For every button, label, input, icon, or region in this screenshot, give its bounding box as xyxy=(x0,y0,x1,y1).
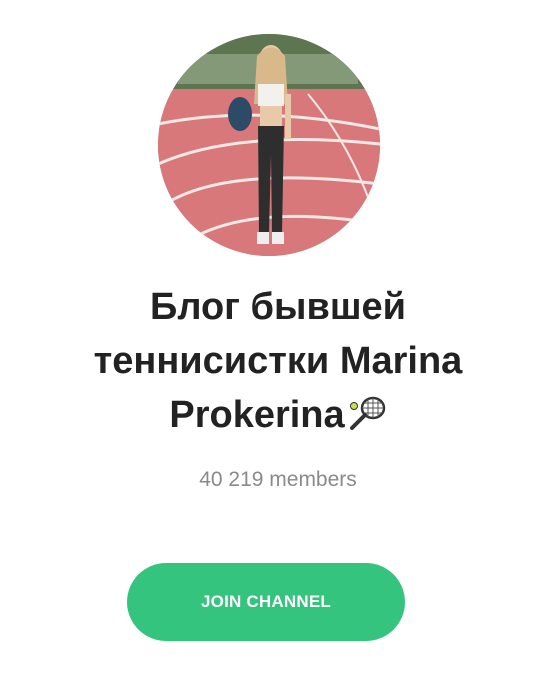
channel-preview: Блог бывшей теннисистки Marina Prokerina… xyxy=(0,0,556,673)
channel-title-text: Prokerina xyxy=(169,394,345,436)
channel-title-line: теннисистки Marina xyxy=(93,340,463,382)
channel-avatar xyxy=(158,34,380,256)
member-count: 40 219 members xyxy=(199,468,357,491)
channel-title-line-last: Prokerina xyxy=(20,388,536,442)
channel-title: Блог бывшей теннисистки Marina Prokerina xyxy=(20,280,536,442)
join-channel-button[interactable]: JOIN CHANNEL xyxy=(127,563,405,641)
tennis-racket-icon xyxy=(347,392,387,430)
channel-title-line: Блог бывшей xyxy=(150,286,406,328)
join-channel-label: JOIN CHANNEL xyxy=(201,592,331,611)
